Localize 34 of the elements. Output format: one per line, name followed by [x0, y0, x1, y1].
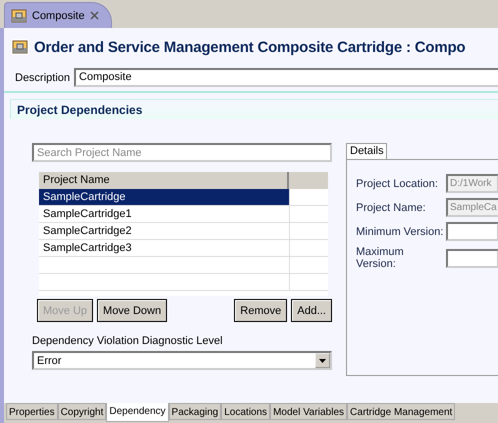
search-field[interactable]: Search Project Name — [32, 143, 332, 162]
page-title: Order and Service Management Composite Cartridge : Compo — [34, 38, 466, 56]
action-button[interactable]: Move Down — [97, 299, 168, 322]
table-row[interactable]: SampleCartridge — [39, 189, 289, 206]
diagnostic-label: Dependency Violation Diagnostic Level — [32, 335, 224, 347]
close-icon[interactable] — [90, 11, 99, 20]
table-row[interactable]: SampleCartridge1 — [39, 206, 289, 223]
action-button[interactable]: Remove — [234, 299, 288, 322]
table-row[interactable]: SampleCartridge3 — [39, 240, 289, 257]
detail-field[interactable] — [446, 222, 498, 241]
field-label: Project Name: — [356, 202, 427, 214]
details-tab[interactable]: Details — [346, 143, 387, 159]
dropdown-arrow-icon — [319, 358, 326, 362]
bottom-tab[interactable]: Copyright — [58, 403, 106, 420]
editor-tab[interactable]: Composite — [4, 2, 112, 28]
bottom-tab[interactable]: Cartridge Management — [347, 403, 456, 420]
column-header[interactable]: Project Name — [39, 172, 289, 189]
bottom-tab[interactable]: Model Variables — [270, 403, 348, 420]
diagnostic-dropdown[interactable]: Error — [32, 351, 332, 370]
description-label: Description — [15, 72, 70, 84]
bottom-tab[interactable]: Locations — [221, 403, 270, 420]
bottom-tab[interactable]: Packaging — [168, 403, 222, 420]
description-field[interactable]: Composite — [74, 68, 498, 87]
action-button[interactable]: Add... — [291, 299, 332, 322]
detail-field[interactable] — [446, 248, 498, 268]
bottom-tab[interactable]: Properties — [6, 403, 58, 420]
field-label: Minimum Version: — [356, 226, 444, 238]
table-row[interactable]: SampleCartridge2 — [39, 223, 289, 240]
bottom-tab[interactable]: Dependency — [106, 403, 169, 422]
section-header: Project Dependencies — [10, 99, 498, 119]
field-label: Maximum Version: — [356, 246, 405, 270]
field-label: Project Location: — [356, 178, 439, 190]
package-icon — [12, 39, 28, 55]
package-icon — [11, 8, 27, 24]
